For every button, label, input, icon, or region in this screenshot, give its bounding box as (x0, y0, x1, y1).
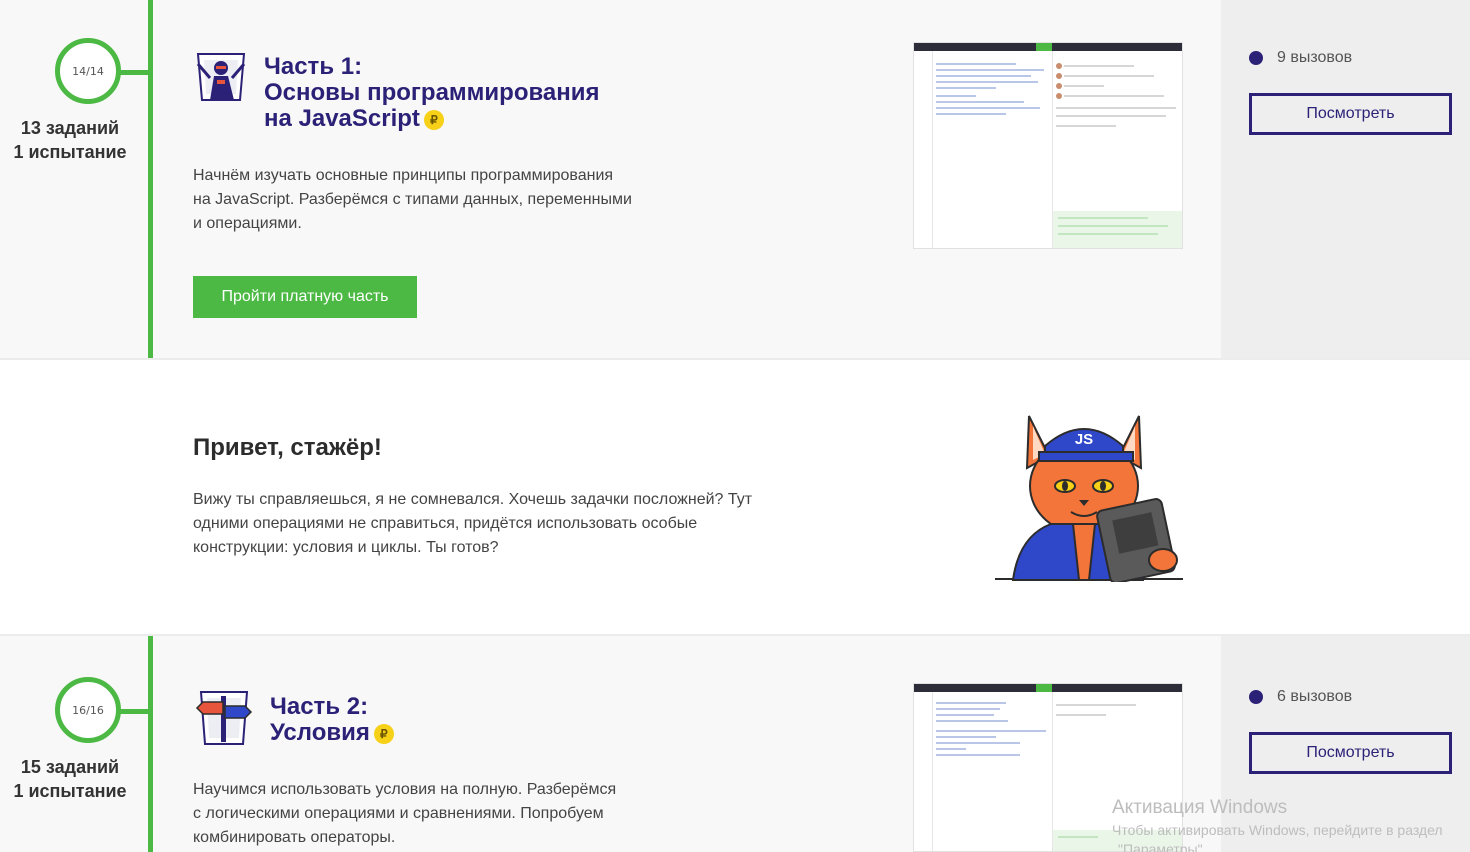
progress-track (148, 636, 153, 852)
chapter-1-title-line-2: Основы программирования (264, 79, 600, 106)
trials-count: 1 испытание (13, 781, 127, 801)
chapter-1-stats: 13 заданий 1 испытание (0, 116, 140, 164)
chapter-1-section: 14/14 13 заданий 1 испытание Часть 1: Ос… (0, 0, 1470, 358)
bullet-icon (1249, 51, 1263, 65)
chapter-1-preview[interactable] (913, 42, 1183, 249)
chapter-1-description-line-3: и операциями. (193, 215, 302, 232)
greeting-title: Привет, стажёр! (193, 434, 382, 461)
paid-part-button[interactable]: Пройти платную часть (193, 276, 417, 318)
calls-count: 6 вызовов (1277, 688, 1353, 705)
chapter-2-section: 16/16 15 заданий 1 испытание Часть 2: Ус… (0, 636, 1470, 852)
chapter-1-title: Часть 1: Основы программирования на Java… (264, 54, 600, 132)
chapter-2-description: Научимся использовать условия на полную.… (193, 778, 683, 850)
chapter-2-description-line-1: Научимся использовать условия на полную.… (193, 781, 617, 798)
chapter-2-title: Часть 2: Условия ₽ (270, 694, 394, 746)
tasks-count: 13 заданий (20, 118, 120, 138)
bullet-icon (1249, 690, 1263, 704)
progress-circle: 16/16 (55, 677, 121, 743)
cat-mascot-image: JS (993, 412, 1187, 586)
signpost-icon (195, 688, 253, 752)
chapter-2-calls: 6 вызовов (1249, 688, 1352, 706)
view-button[interactable]: Посмотреть (1249, 732, 1452, 774)
chapter-1-title-line-1: Часть 1: (264, 53, 363, 80)
chapter-2-preview[interactable] (913, 683, 1183, 852)
chapter-2-title-line-2: Условия (270, 719, 370, 746)
ninja-icon (192, 50, 250, 108)
chapter-2-description-line-3: комбинировать операторы. (193, 829, 396, 846)
greeting-text-line-2: одними операциями не справиться, придётс… (193, 515, 698, 532)
chapter-1-description-line-1: Начнём изучать основные принципы програм… (193, 167, 614, 184)
tasks-count: 15 заданий (20, 757, 120, 777)
trials-count: 1 испытание (13, 142, 127, 162)
progress-text: 16/16 (72, 703, 104, 717)
greeting-text: Вижу ты справляешься, я не сомневался. Х… (193, 488, 803, 560)
greeting-text-line-1: Вижу ты справляешься, я не сомневался. Х… (193, 491, 753, 508)
chapter-1-calls: 9 вызовов (1249, 49, 1352, 67)
calls-count: 9 вызовов (1277, 49, 1353, 66)
ruble-icon: ₽ (373, 724, 394, 744)
progress-connector (120, 709, 150, 714)
chapter-1-description-line-2: на JavaScript. Разберёмся с типами данны… (193, 191, 632, 208)
greeting-text-line-3: конструкции: условия и циклы. Ты готов? (193, 539, 499, 556)
progress-circle: 14/14 (55, 38, 121, 104)
chapter-2-stats: 15 заданий 1 испытание (0, 755, 140, 803)
chapter-2-description-line-2: с логическими операциями и сравнениями. … (193, 805, 604, 822)
chapter-2-title-line-1: Часть 2: (270, 693, 369, 720)
progress-connector (120, 70, 150, 75)
chapter-1-title-line-3: на JavaScript (264, 105, 420, 132)
greeting-section: Привет, стажёр! Вижу ты справляешься, я … (0, 358, 1470, 636)
view-button[interactable]: Посмотреть (1249, 93, 1452, 135)
progress-track (148, 0, 153, 358)
progress-text: 14/14 (72, 64, 104, 78)
chapter-1-description: Начнём изучать основные принципы програм… (193, 164, 683, 236)
ruble-icon: ₽ (423, 110, 444, 130)
mascot-badge: JS (1075, 431, 1093, 448)
